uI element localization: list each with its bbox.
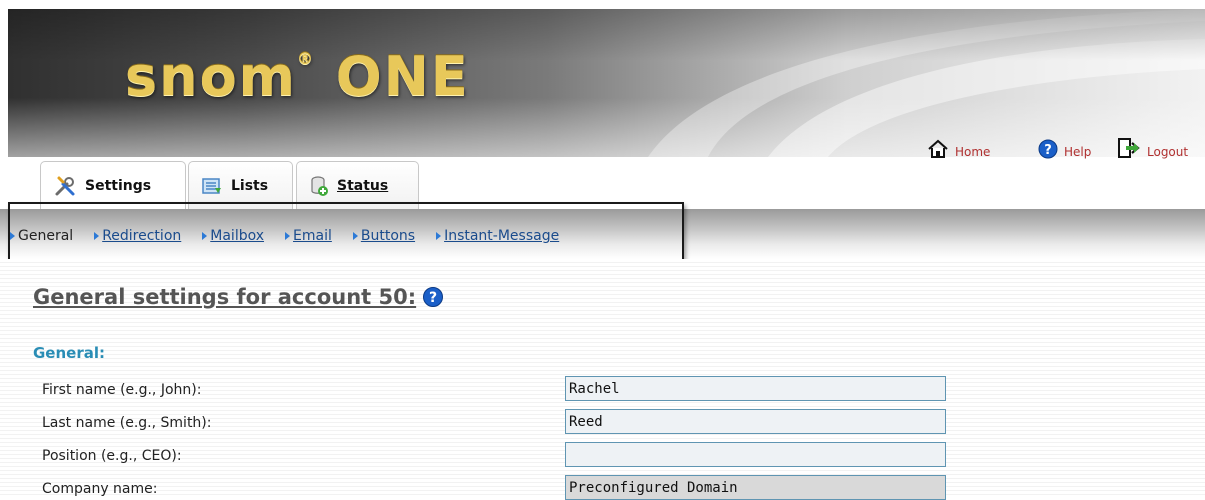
company-name-field [565,475,946,500]
subnav-item-instant-message[interactable]: Instant-Message [436,228,559,244]
subnav-item-buttons[interactable]: Buttons [352,228,415,244]
arrow-right-icon [285,232,291,240]
status-icon [311,175,328,196]
help-link[interactable]: ? Help [1038,135,1091,159]
last-name-field[interactable] [565,409,946,434]
wrench-screwdriver-icon [55,176,75,195]
page-title[interactable]: General settings for account 50: ? [33,284,444,310]
arrow-right-icon [352,232,358,240]
arrow-right-icon [10,232,15,240]
subnav-item-email[interactable]: Email [285,228,332,244]
tab-settings-label: Settings [85,177,152,194]
company-name-label: Company name: [42,481,158,497]
snom-one-logo: snom® ONE [125,45,470,108]
home-link[interactable]: Home [927,135,990,159]
home-icon [928,139,948,158]
subnav-item-redirection[interactable]: Redirection [94,228,181,244]
logout-label: Logout [1147,145,1189,159]
tab-status-label: Status [337,177,389,194]
position-label: Position (e.g., CEO): [42,448,182,464]
svg-text:?: ? [1044,143,1052,158]
help-icon[interactable]: ? [422,286,444,308]
first-name-field[interactable] [565,376,946,401]
section-heading-general: General: [33,344,105,362]
help-icon: ? [1038,139,1058,159]
help-label: Help [1064,145,1092,159]
logout-link[interactable]: Logout [1117,135,1188,159]
last-name-label: Last name (e.g., Smith): [42,415,212,431]
arrow-right-icon [436,232,442,240]
position-field[interactable] [565,442,946,467]
list-icon [202,177,221,194]
tab-lists-label: Lists [231,177,269,194]
arrow-right-icon [94,232,100,240]
header: snom® ONE Home ? Help Logout [0,0,1205,159]
svg-text:?: ? [429,290,437,306]
home-label: Home [955,145,991,159]
page-title-text: General settings for account 50: [33,285,417,309]
subnav-item-general[interactable]: General [10,228,73,244]
subnav: General Redirection Mailbox Email Button… [10,227,580,245]
first-name-label: First name (e.g., John): [42,382,202,398]
subnav-item-mailbox[interactable]: Mailbox [202,228,264,244]
logout-icon [1118,138,1140,158]
arrow-right-icon [202,232,208,240]
